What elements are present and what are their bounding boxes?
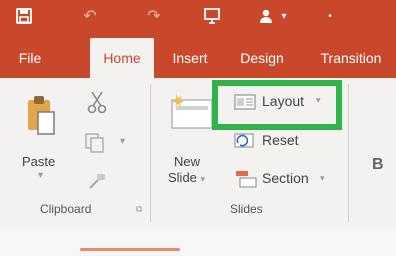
copy-icon[interactable]: [84, 132, 106, 159]
paste-dropdown-icon[interactable]: ▾: [38, 170, 43, 181]
new-slide-icon: [168, 92, 214, 135]
copy-dropdown-icon[interactable]: ▾: [120, 136, 125, 147]
undo-icon[interactable]: ↶: [78, 8, 102, 26]
tab-transitions[interactable]: Transition: [306, 38, 396, 78]
format-painter-icon[interactable]: [86, 170, 108, 197]
reset-button[interactable]: Reset: [234, 130, 324, 152]
cut-icon[interactable]: [86, 90, 108, 119]
section-label: Section: [262, 170, 309, 186]
tab-home[interactable]: Home: [90, 38, 154, 78]
tab-insert[interactable]: Insert: [164, 38, 216, 78]
divider: [150, 84, 151, 222]
dropdown-icon[interactable]: ▾: [272, 8, 296, 26]
paste-icon: [26, 94, 56, 141]
new-slide-label-line1: New: [174, 154, 201, 169]
slides-group-label: Slides: [230, 202, 263, 216]
paste-button[interactable]: Paste ▾: [14, 84, 62, 194]
paste-label: Paste: [22, 154, 56, 169]
new-slide-label-line2: Slide ▾: [168, 170, 206, 185]
section-dropdown-icon: ▾: [320, 173, 325, 183]
ribbon-tabs: File Home Insert Design Transition: [0, 38, 396, 78]
tab-file[interactable]: File: [0, 38, 60, 78]
reset-icon: [234, 133, 256, 154]
section-icon: [234, 170, 258, 193]
bold-button[interactable]: B: [372, 156, 384, 174]
clipboard-launcher-icon[interactable]: ⧉: [136, 204, 142, 215]
clipboard-group-label: Clipboard: [40, 202, 92, 216]
present-icon[interactable]: [200, 8, 224, 29]
tab-design[interactable]: Design: [232, 38, 292, 78]
new-slide-button[interactable]: New Slide ▾: [160, 86, 218, 196]
more-icon[interactable]: •: [318, 8, 342, 26]
section-button[interactable]: Section ▾: [234, 168, 344, 190]
divider: [348, 84, 349, 222]
highlight-box: [212, 80, 342, 130]
redo-icon[interactable]: ↷: [142, 8, 166, 26]
status-strip: [0, 230, 396, 256]
quick-access-toolbar: ↶ ↷ ▾ •: [0, 0, 396, 38]
reset-label: Reset: [262, 132, 299, 148]
accent-bar: [80, 248, 180, 251]
save-icon[interactable]: [12, 8, 36, 29]
